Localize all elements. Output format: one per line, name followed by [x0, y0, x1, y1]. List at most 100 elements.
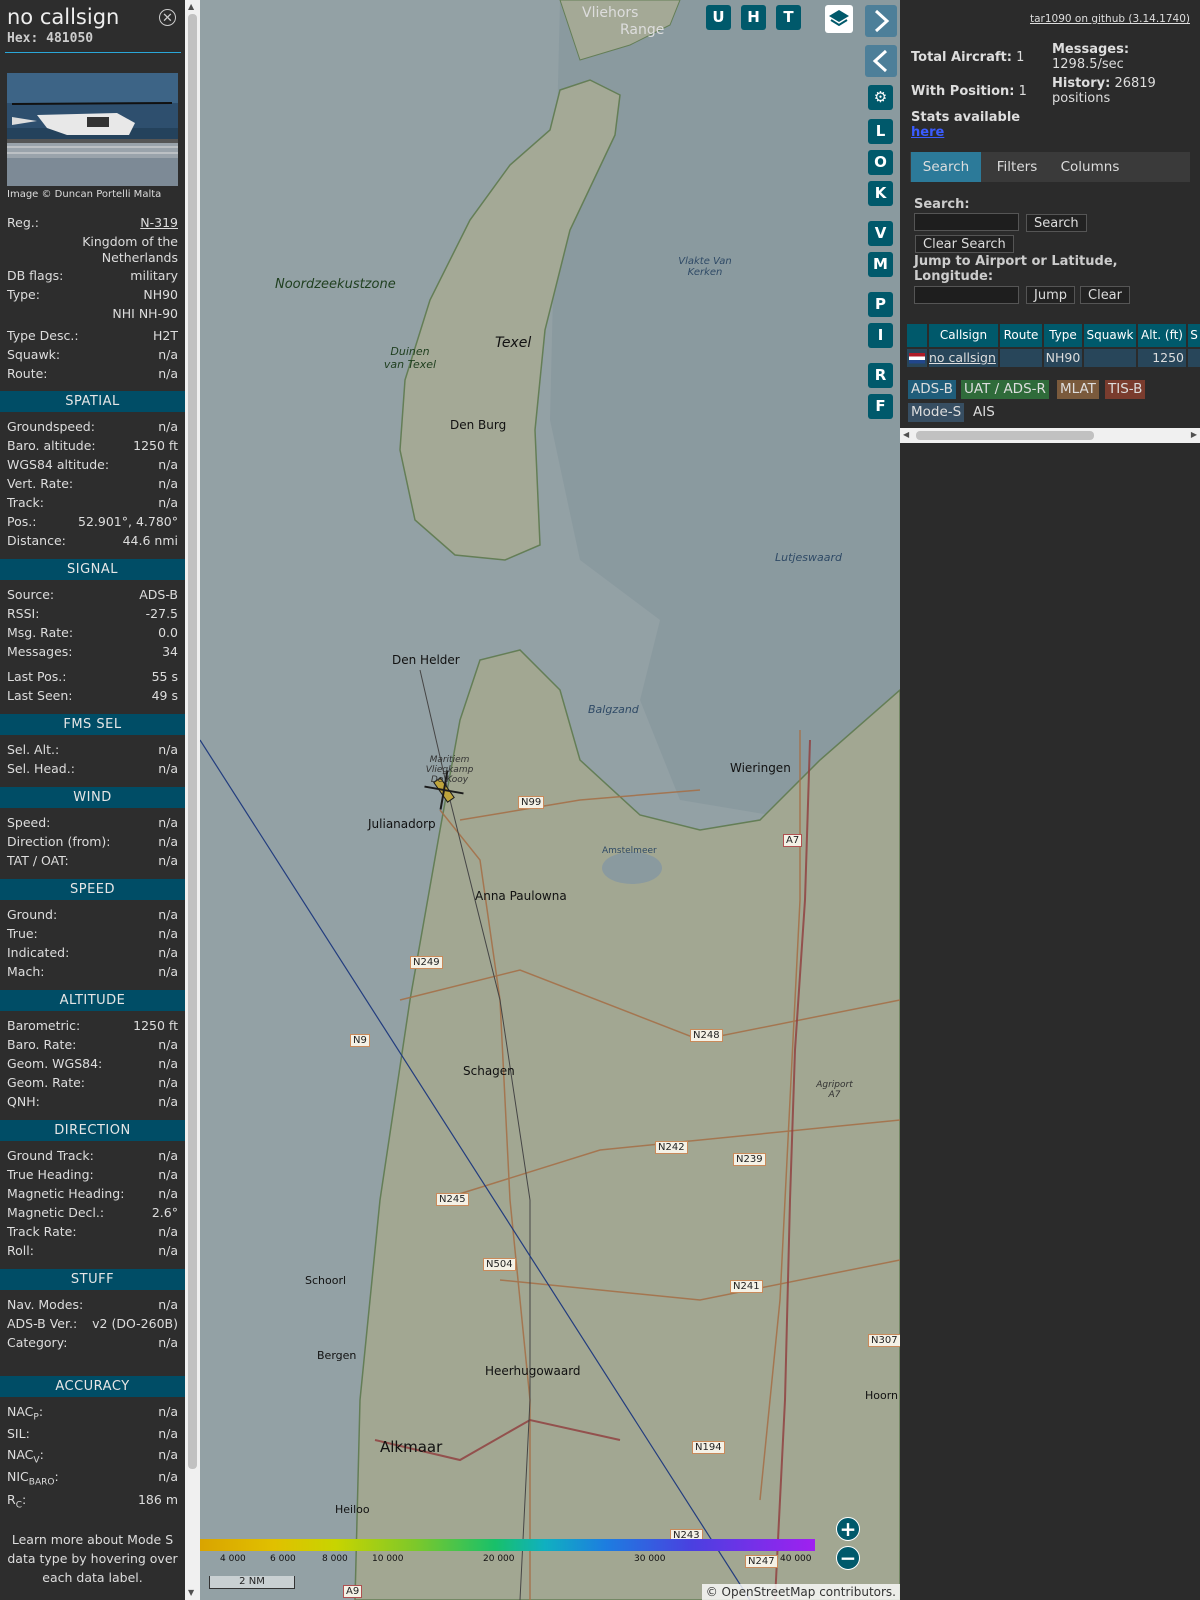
section-fms-sel[interactable]: FMS SEL	[0, 714, 185, 735]
registration-link[interactable]: N-319	[140, 215, 178, 230]
version-link[interactable]: tar1090 on github (3.14.1740)	[1030, 13, 1190, 25]
source-chip-ais[interactable]: AIS	[970, 403, 998, 422]
section-wind[interactable]: WIND	[0, 787, 185, 808]
map-button-o[interactable]: O	[868, 150, 893, 175]
chevron-right-icon[interactable]	[865, 5, 897, 37]
map-attribution[interactable]: © OpenStreetMap contributors.	[701, 1584, 900, 1600]
section-speed[interactable]: SPEED	[0, 879, 185, 900]
left-panel-scrollbar[interactable]: ▲ ▼	[185, 0, 200, 1600]
map-button-l[interactable]: L	[868, 119, 893, 144]
info-row: Distance: 44.6 nmi	[7, 533, 178, 551]
source-chip-mlat[interactable]: MLAT	[1057, 380, 1099, 399]
scroll-right-icon[interactable]: ▶	[1191, 430, 1197, 439]
map-button-p[interactable]: P	[868, 292, 893, 317]
place-label: Agriport A7	[816, 1080, 853, 1100]
info-row: ADS-B Ver.: v2 (DO-260B)	[7, 1316, 178, 1334]
stats-available: Stats available here	[911, 110, 1020, 140]
column-speed[interactable]: S	[1188, 324, 1200, 347]
search-button[interactable]: Search	[1026, 214, 1087, 232]
column-flag[interactable]	[907, 324, 927, 347]
scroll-left-icon[interactable]: ◀	[903, 430, 909, 439]
scroll-up-icon[interactable]: ▲	[188, 2, 194, 11]
clear-search-button[interactable]: Clear Search	[915, 235, 1014, 253]
table-horizontal-scrollbar[interactable]: ◀ ▶	[900, 428, 1200, 443]
messages-stat: Messages: 1298.5/sec	[1052, 42, 1192, 72]
map-button-f[interactable]: F	[868, 394, 893, 419]
place-label: Anna Paulowna	[475, 889, 567, 903]
tab-filters[interactable]: Filters	[987, 152, 1047, 182]
info-row: Groundspeed: n/a	[7, 419, 178, 437]
section-direction[interactable]: DIRECTION	[0, 1120, 185, 1141]
tab-columns[interactable]: Columns	[1051, 152, 1129, 182]
map-button-i[interactable]: I	[868, 323, 893, 348]
aircraft-photo[interactable]	[7, 73, 178, 186]
jump-input[interactable]	[914, 286, 1019, 304]
nic-label: NIC	[7, 1469, 29, 1484]
section-stuff[interactable]: STUFF	[0, 1269, 185, 1290]
map-button-u[interactable]: U	[706, 5, 731, 30]
info-label: Speed:	[7, 815, 51, 830]
info-row: NICBARO: n/a	[7, 1469, 178, 1488]
section-altitude[interactable]: ALTITUDE	[0, 990, 185, 1011]
road-label: N247	[745, 1555, 778, 1568]
tab-search[interactable]: Search	[911, 152, 981, 182]
map-button-k[interactable]: K	[868, 181, 893, 206]
section-spatial[interactable]: SPATIAL	[0, 391, 185, 412]
gear-icon[interactable]: ⚙	[868, 85, 893, 110]
column-type[interactable]: Type	[1044, 324, 1082, 347]
map-button-t[interactable]: T	[776, 5, 801, 30]
tab-bar: Search Filters Columns	[910, 152, 1190, 182]
column-squawk[interactable]: Squawk	[1084, 324, 1136, 347]
info-row: Magnetic Decl.: 2.6°	[7, 1205, 178, 1223]
stats-link[interactable]: here	[911, 125, 944, 140]
squawk-value: n/a	[158, 347, 178, 362]
search-input[interactable]	[914, 213, 1019, 231]
section-signal[interactable]: SIGNAL	[0, 559, 185, 580]
info-row: SIL: n/a	[7, 1426, 178, 1444]
map-canvas[interactable]	[200, 0, 900, 1600]
row-callsign[interactable]: no callsign	[929, 349, 998, 367]
nacp-label: NAC	[7, 1404, 34, 1419]
place-label: Vlakte Van Kerken	[678, 256, 732, 278]
zoom-out-icon[interactable]: −	[836, 1546, 860, 1570]
info-value: v2 (DO-260B)	[92, 1316, 178, 1331]
info-value: 1250 ft	[133, 438, 178, 453]
zoom-in-icon[interactable]: +	[836, 1517, 860, 1541]
altitude-legend-label: 8 000	[322, 1554, 348, 1564]
map-button-m[interactable]: M	[868, 252, 893, 277]
scroll-down-icon[interactable]: ▼	[188, 1588, 194, 1597]
info-value: n/a	[158, 1094, 178, 1109]
source-chip-uat[interactable]: UAT / ADS-R	[961, 380, 1049, 399]
map-button-r[interactable]: R	[868, 363, 893, 388]
nacv-sub: V	[33, 1455, 40, 1466]
column-callsign[interactable]: Callsign	[929, 324, 998, 347]
map-button-h[interactable]: H	[741, 5, 766, 30]
source-chip-tisb[interactable]: TIS-B	[1105, 380, 1146, 399]
info-row: True: n/a	[7, 926, 178, 944]
section-accuracy[interactable]: ACCURACY	[0, 1376, 185, 1397]
map-view[interactable]: Vliehors Range Noordzeekustzone Texel Du…	[200, 0, 900, 1600]
scrollbar-thumb[interactable]	[188, 14, 197, 1469]
close-icon[interactable]: ✕	[159, 9, 176, 26]
info-row: Last Seen: 49 s	[7, 688, 178, 706]
column-route[interactable]: Route	[1000, 324, 1042, 347]
total-aircraft-value: 1	[1016, 50, 1025, 65]
road-label: N99	[518, 796, 545, 809]
info-row: QNH: n/a	[7, 1094, 178, 1112]
chevron-left-icon[interactable]	[865, 45, 897, 77]
jump-label: Jump to Airport or Latitude, Longitude:	[914, 254, 1118, 284]
info-value: 55 s	[151, 669, 178, 684]
rc-label: R	[7, 1492, 16, 1507]
info-label: ADS-B Ver.:	[7, 1316, 78, 1331]
jump-button[interactable]: Jump	[1026, 286, 1075, 304]
info-row: Sel. Head.: n/a	[7, 761, 178, 779]
source-chip-adsb[interactable]: ADS-B	[908, 380, 956, 399]
clear-button[interactable]: Clear	[1080, 286, 1130, 304]
history-label: History:	[1052, 76, 1111, 91]
scrollbar-thumb[interactable]	[916, 431, 1094, 440]
column-altitude[interactable]: Alt. (ft)	[1138, 324, 1186, 347]
layers-icon[interactable]	[825, 5, 853, 33]
map-button-v[interactable]: V	[868, 221, 893, 246]
info-row: Geom. WGS84: n/a	[7, 1056, 178, 1074]
source-chip-modes[interactable]: Mode-S	[908, 403, 965, 422]
